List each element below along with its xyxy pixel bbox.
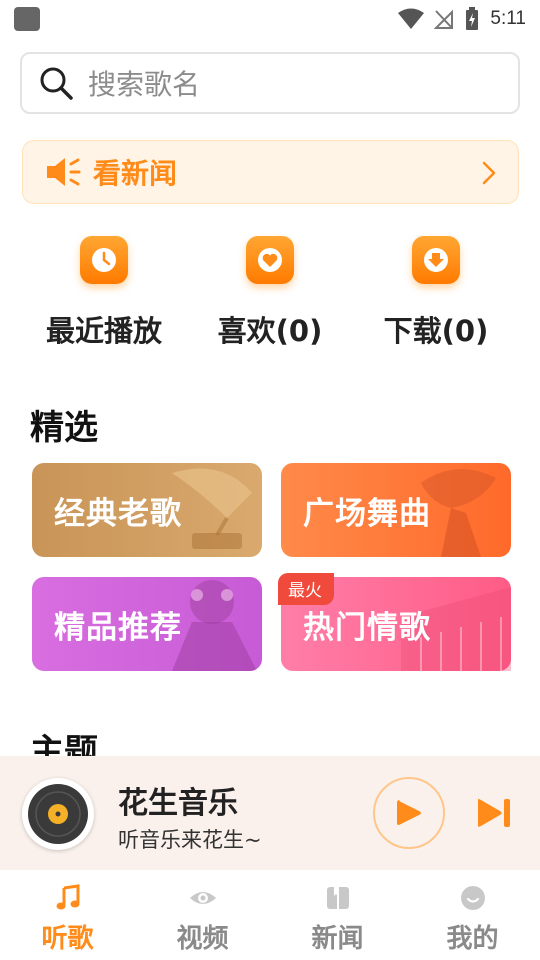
- tab-profile[interactable]: 我的: [405, 870, 540, 960]
- featured-section-title: 精选: [30, 408, 98, 448]
- tab-video[interactable]: 视频: [135, 870, 270, 960]
- card-label: 经典老歌: [54, 495, 182, 532]
- app-notification-icon: [14, 7, 40, 31]
- player-subtitle: 听音乐来花生~: [118, 828, 262, 852]
- chevron-right-icon: [482, 161, 496, 185]
- book-icon: [326, 887, 349, 909]
- card-label: 热门情歌: [303, 609, 431, 646]
- no-signal-icon: [434, 9, 454, 29]
- favorites-label: 喜欢(0): [217, 314, 323, 348]
- play-icon: [397, 800, 421, 825]
- nav-label: 听歌: [41, 924, 94, 954]
- hot-badge: 最火: [278, 573, 334, 605]
- recent-plays-button[interactable]: 最近播放: [24, 236, 184, 350]
- now-playing-bar[interactable]: 花生音乐 听音乐来花生~: [0, 756, 540, 870]
- bottom-nav: 听歌 视频 新闻 我的: [0, 870, 540, 960]
- downloads-button[interactable]: 下载(0): [356, 236, 516, 350]
- status-bar: 5:11: [0, 0, 540, 38]
- eye-icon: [189, 892, 216, 904]
- download-icon: [424, 248, 448, 272]
- player-title: 花生音乐: [118, 786, 238, 821]
- clock-icon: [92, 248, 116, 272]
- battery-charging-icon: [466, 7, 479, 30]
- search-input[interactable]: 搜索歌名: [20, 52, 520, 114]
- megaphone-icon: [47, 158, 81, 186]
- music-note-icon: [56, 884, 79, 910]
- skip-next-icon[interactable]: [476, 796, 512, 830]
- news-banner[interactable]: 看新闻: [22, 140, 519, 204]
- play-button[interactable]: [373, 777, 445, 849]
- card-label: 精品推荐: [54, 609, 182, 646]
- square-dance-card[interactable]: 广场舞曲: [281, 463, 511, 557]
- tab-news[interactable]: 新闻: [270, 870, 405, 960]
- news-label: 看新闻: [93, 157, 178, 190]
- classic-songs-card[interactable]: 经典老歌: [32, 463, 262, 557]
- card-label: 广场舞曲: [303, 495, 431, 532]
- hot-love-songs-card[interactable]: 最火 热门情歌: [278, 573, 511, 671]
- profile-icon: [460, 886, 485, 910]
- recent-plays-label: 最近播放: [45, 314, 162, 348]
- favorites-button[interactable]: 喜欢(0): [190, 236, 350, 350]
- downloads-label: 下载(0): [383, 314, 489, 348]
- tab-listen[interactable]: 听歌: [0, 870, 135, 960]
- nav-label: 视频: [176, 924, 229, 954]
- status-time: 5:11: [490, 8, 526, 29]
- premium-picks-card[interactable]: 精品推荐: [32, 577, 262, 671]
- search-placeholder: 搜索歌名: [88, 68, 201, 101]
- album-disc[interactable]: [22, 778, 94, 850]
- status-indicators: 5:11: [398, 4, 526, 34]
- vinyl-disc-icon: [28, 784, 88, 844]
- nav-label: 我的: [446, 924, 499, 954]
- search-icon: [40, 67, 73, 100]
- nav-label: 新闻: [311, 924, 364, 954]
- heart-icon: [258, 248, 282, 272]
- wifi-icon: [398, 8, 425, 29]
